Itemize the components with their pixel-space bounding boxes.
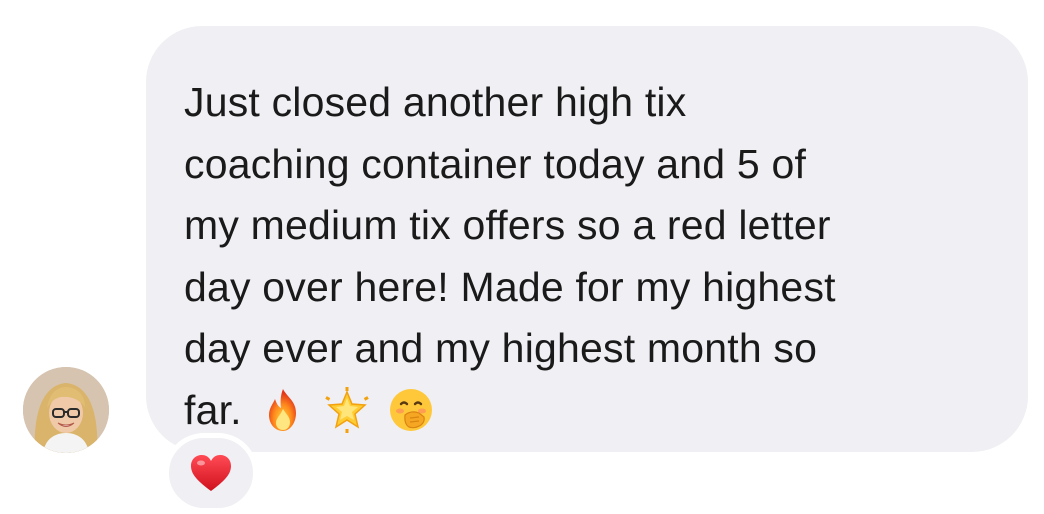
- message-line: my medium tix offers so a red letter: [184, 202, 831, 248]
- message-line-text: far.: [184, 386, 242, 433]
- reaction-badge[interactable]: [164, 433, 258, 513]
- message-line: day over here! Made for my highest: [184, 263, 836, 310]
- message-line: coaching container today and 5 of: [184, 140, 807, 187]
- message-line: Just closed another high tix: [184, 79, 687, 125]
- message-thread: Just closed another high tix coaching con…: [0, 0, 1044, 514]
- message-line-last: far.: [184, 380, 1008, 442]
- message-line: day ever and my highest month so: [184, 325, 818, 371]
- message-bubble[interactable]: Just closed another high tix coaching con…: [146, 26, 1028, 452]
- sender-avatar[interactable]: [23, 367, 109, 453]
- fire-emoji-icon: [268, 388, 296, 431]
- message-text: Just closed another high tix coaching con…: [184, 72, 1008, 441]
- sparkle-star-icon: [325, 386, 369, 433]
- red-heart-icon: [191, 455, 231, 491]
- user-avatar-icon: [23, 367, 109, 453]
- hand-over-mouth-icon: [389, 388, 432, 431]
